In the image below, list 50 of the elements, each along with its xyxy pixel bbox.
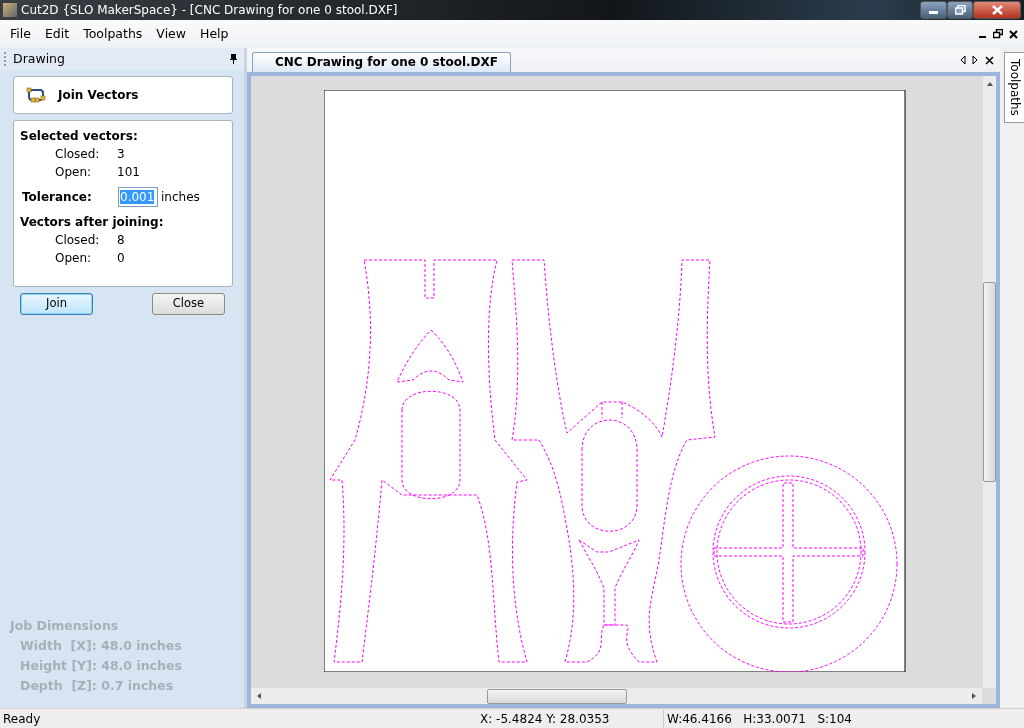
- tool-title: Join Vectors: [58, 87, 139, 104]
- field-value: 101: [117, 164, 140, 181]
- close-tab-icon[interactable]: [985, 55, 994, 65]
- restore-icon[interactable]: [993, 29, 1003, 39]
- field-label: Closed:: [55, 146, 101, 163]
- app-logo-icon: [3, 3, 17, 17]
- action-button[interactable]: Join: [20, 293, 93, 315]
- dimension-text: Height [Y]: 48.0 inches: [19, 657, 183, 675]
- menu-item[interactable]: View: [149, 20, 194, 48]
- minimize-button[interactable]: [920, 1, 947, 19]
- panel-title: Drawing: [13, 49, 66, 68]
- window-title: Cut2D {SLO MakerSpace} - [CNC Drawing for one 0 stool.DXF]: [21, 2, 399, 19]
- side-tab[interactable]: Toolpaths: [1004, 52, 1024, 123]
- pin-icon[interactable]: [229, 53, 238, 65]
- scrollbar-thumb[interactable]: [487, 688, 627, 704]
- section-heading: Selected vectors:: [20, 128, 139, 145]
- status-message: Ready: [2, 710, 42, 728]
- menu-item[interactable]: Edit: [37, 20, 77, 48]
- action-button[interactable]: Close: [152, 293, 225, 315]
- menu-item[interactable]: Help: [193, 20, 236, 48]
- restore-button[interactable]: [947, 1, 973, 19]
- join-vectors-icon: [26, 87, 46, 103]
- scrollbar-thumb[interactable]: [983, 282, 996, 482]
- field-value: 8: [117, 232, 125, 249]
- field-label: Open:: [55, 164, 93, 181]
- close-icon[interactable]: [1009, 29, 1018, 39]
- field-value: 0: [117, 250, 125, 267]
- field-label: Closed:: [55, 232, 101, 249]
- unit-label: inches: [161, 189, 200, 206]
- scroll-up-icon[interactable]: [986, 82, 993, 86]
- scroll-right-icon[interactable]: [972, 693, 976, 699]
- document-tab[interactable]: CNC Drawing for one 0 stool.DXF: [252, 52, 511, 72]
- close-button[interactable]: [973, 1, 1021, 19]
- dimensions-heading: Job Dimensions: [10, 617, 120, 635]
- field-label: Tolerance:: [22, 189, 93, 206]
- field-label: Open:: [55, 250, 93, 267]
- scroll-right-icon[interactable]: [972, 55, 979, 65]
- restore-icon: [954, 5, 966, 15]
- dimension-text: Width [X]: 48.0 inches: [19, 637, 183, 655]
- field-value: 3: [117, 146, 125, 163]
- selection-size: W:46.4166 H:33.0071 S:104: [663, 709, 852, 728]
- scroll-left-icon[interactable]: [959, 55, 966, 65]
- dimension-text: Depth [Z]: 0.7 inches: [19, 677, 175, 695]
- scroll-left-icon[interactable]: [257, 693, 261, 699]
- close-icon: [991, 5, 1003, 15]
- menu-item[interactable]: File: [3, 20, 38, 48]
- section-heading: Vectors after joining:: [20, 214, 165, 231]
- cursor-position: X: -5.4824 Y: 28.0353: [480, 710, 611, 728]
- menu-item[interactable]: Toolpaths: [76, 20, 150, 48]
- grip-icon[interactable]: [3, 51, 7, 67]
